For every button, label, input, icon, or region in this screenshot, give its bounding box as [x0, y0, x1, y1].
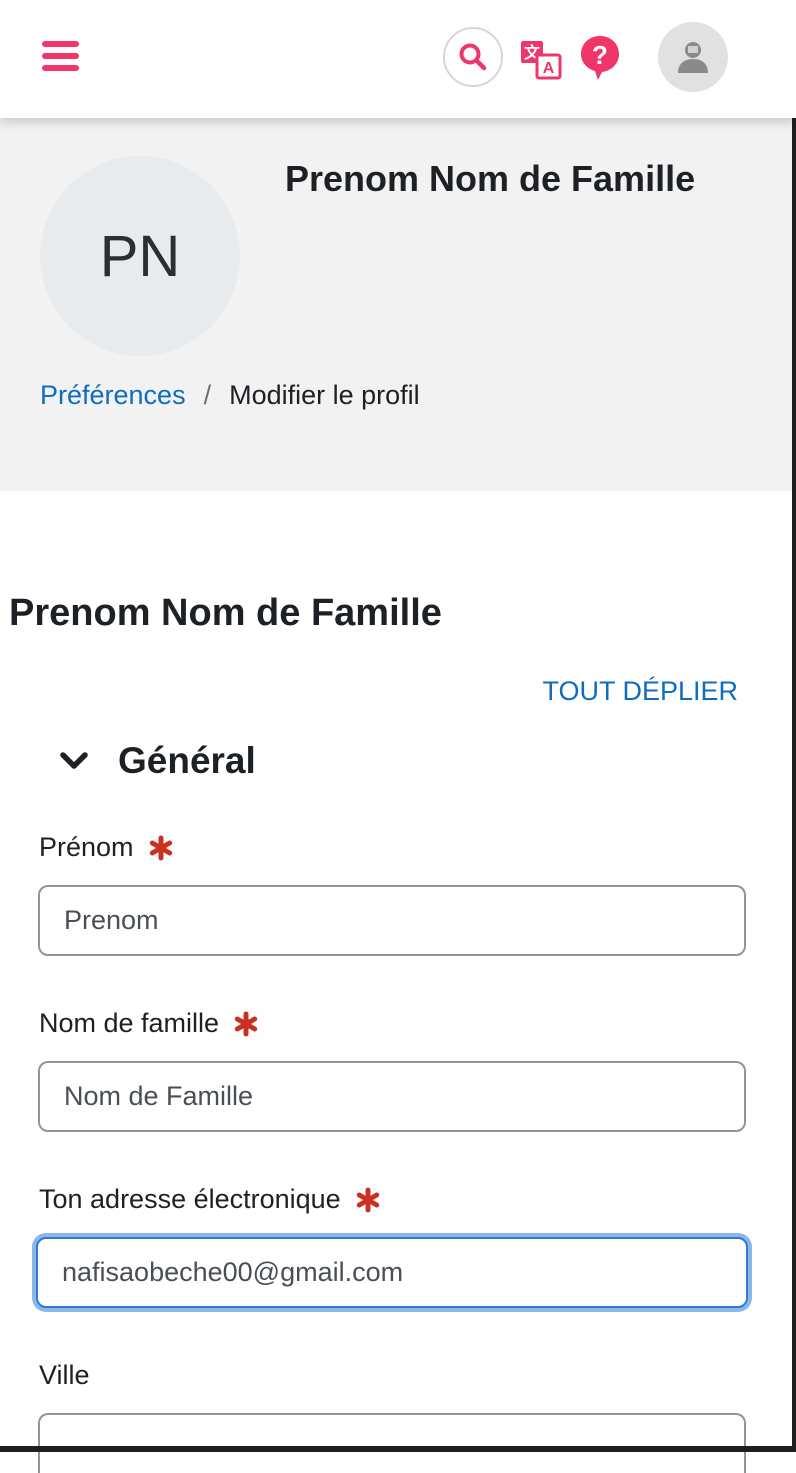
city-input[interactable]: [38, 1413, 746, 1473]
user-menu-button[interactable]: [658, 22, 728, 92]
profile-header-name: Prenom Nom de Famille: [285, 158, 696, 199]
translate-icon[interactable]: 文 A: [520, 40, 562, 80]
avatar: PN: [40, 156, 240, 356]
help-icon[interactable]: ?: [578, 34, 622, 82]
search-button[interactable]: [443, 27, 503, 87]
page-title: Prenom Nom de Famille: [9, 592, 442, 634]
breadcrumb-link-preferences[interactable]: Préférences: [40, 380, 186, 411]
required-icon: [356, 1187, 379, 1212]
hamburger-menu-icon[interactable]: [40, 38, 82, 74]
email-input[interactable]: [36, 1237, 748, 1308]
avatar-initials: PN: [99, 223, 181, 289]
window-edge-right: [792, 0, 796, 1452]
email-label-text: Ton adresse électronique: [39, 1184, 341, 1214]
firstname-label-text: Prénom: [39, 832, 134, 862]
expand-all-link[interactable]: TOUT DÉPLIER: [542, 676, 738, 707]
firstname-label: Prénom: [39, 832, 174, 863]
svg-text:?: ?: [592, 40, 608, 70]
svg-text:A: A: [543, 60, 555, 77]
breadcrumb-current: Modifier le profil: [229, 380, 420, 410]
window-edge-bottom: [0, 1446, 796, 1452]
profile-header: PN Prenom Nom de Famille Préférences / M…: [0, 118, 796, 491]
breadcrumb-separator: /: [203, 380, 212, 410]
user-avatar-icon: [678, 42, 708, 73]
chevron-down-icon: [60, 752, 88, 769]
lastname-label: Nom de famille: [39, 1008, 259, 1039]
breadcrumb: Préférences / Modifier le profil: [40, 380, 420, 411]
section-title: Général: [118, 740, 256, 781]
email-label: Ton adresse électronique: [39, 1184, 381, 1215]
section-toggle-general[interactable]: Général: [56, 740, 256, 782]
city-label: Ville: [39, 1360, 90, 1391]
lastname-label-text: Nom de famille: [39, 1008, 220, 1038]
search-icon: [459, 43, 487, 71]
required-icon: [149, 835, 172, 860]
required-icon: [234, 1011, 258, 1036]
top-navbar: 文 A ?: [0, 0, 796, 118]
city-label-text: Ville: [39, 1360, 90, 1390]
lastname-input[interactable]: [38, 1061, 746, 1132]
firstname-input[interactable]: [38, 885, 746, 956]
